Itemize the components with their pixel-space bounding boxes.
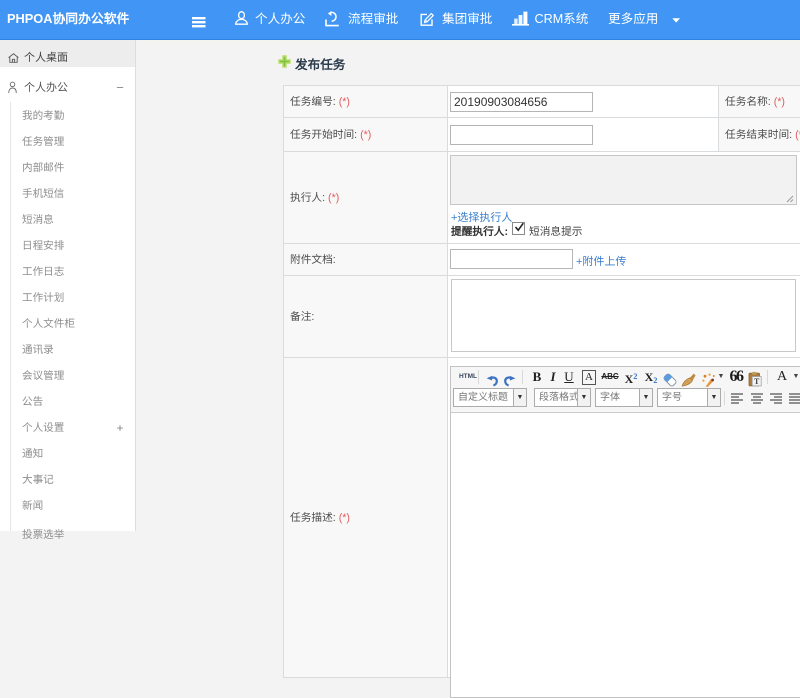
svg-text:T: T	[754, 377, 760, 386]
